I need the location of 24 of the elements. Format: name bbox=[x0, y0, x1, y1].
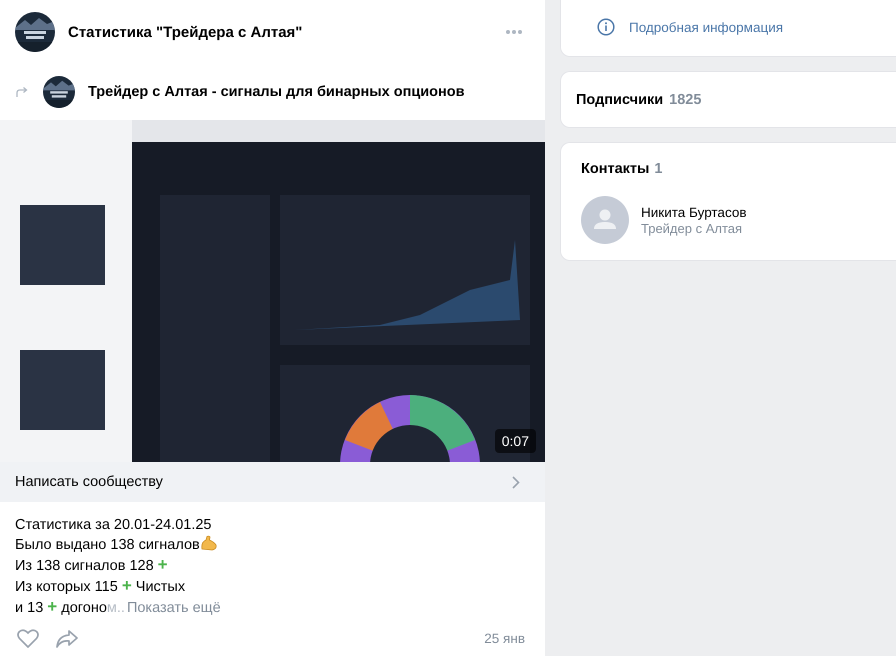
subscribers-count: 1825 bbox=[669, 92, 702, 108]
message-community-bar[interactable]: Написать сообществу bbox=[0, 462, 545, 502]
community-avatar[interactable] bbox=[43, 76, 75, 108]
post-text: Статистика за 20.01-24.01.25 Было выдано 138 сигналов Из 138 сигналов 128 + Из которых 115 + Чистых и 13 + догоном..Показать ещё bbox=[14, 516, 222, 618]
info-link-text[interactable]: Подробная информация bbox=[629, 20, 784, 34]
share-icon[interactable] bbox=[56, 630, 78, 648]
like-icon[interactable] bbox=[17, 629, 39, 648]
repost-source[interactable]: Трейдер с Алтая - сигналы для бинарных опционов bbox=[88, 84, 465, 100]
info-icon bbox=[597, 18, 615, 36]
video-duration: 0:07 bbox=[494, 429, 536, 453]
subscribers-label[interactable]: Подписчики bbox=[576, 92, 664, 108]
post-title[interactable]: Статистика "Трейдера с Алтая" bbox=[68, 24, 505, 40]
chevron-icon[interactable] bbox=[512, 476, 520, 488]
more-icon[interactable] bbox=[505, 29, 523, 35]
message-community-label[interactable]: Написать сообществу bbox=[15, 474, 163, 490]
repost-icon bbox=[16, 86, 28, 98]
contact-role: Трейдер с Алтая bbox=[641, 220, 744, 236]
community-avatar[interactable] bbox=[15, 12, 55, 52]
contact-name[interactable]: Никита Буртасов bbox=[641, 204, 747, 220]
contacts-count: 1 bbox=[654, 161, 662, 177]
contact-avatar[interactable] bbox=[581, 196, 629, 244]
flexed-arm-icon bbox=[200, 535, 218, 551]
info-link[interactable]: Подробная информация bbox=[581, 18, 784, 36]
contacts-label[interactable]: Контакты bbox=[581, 161, 650, 177]
